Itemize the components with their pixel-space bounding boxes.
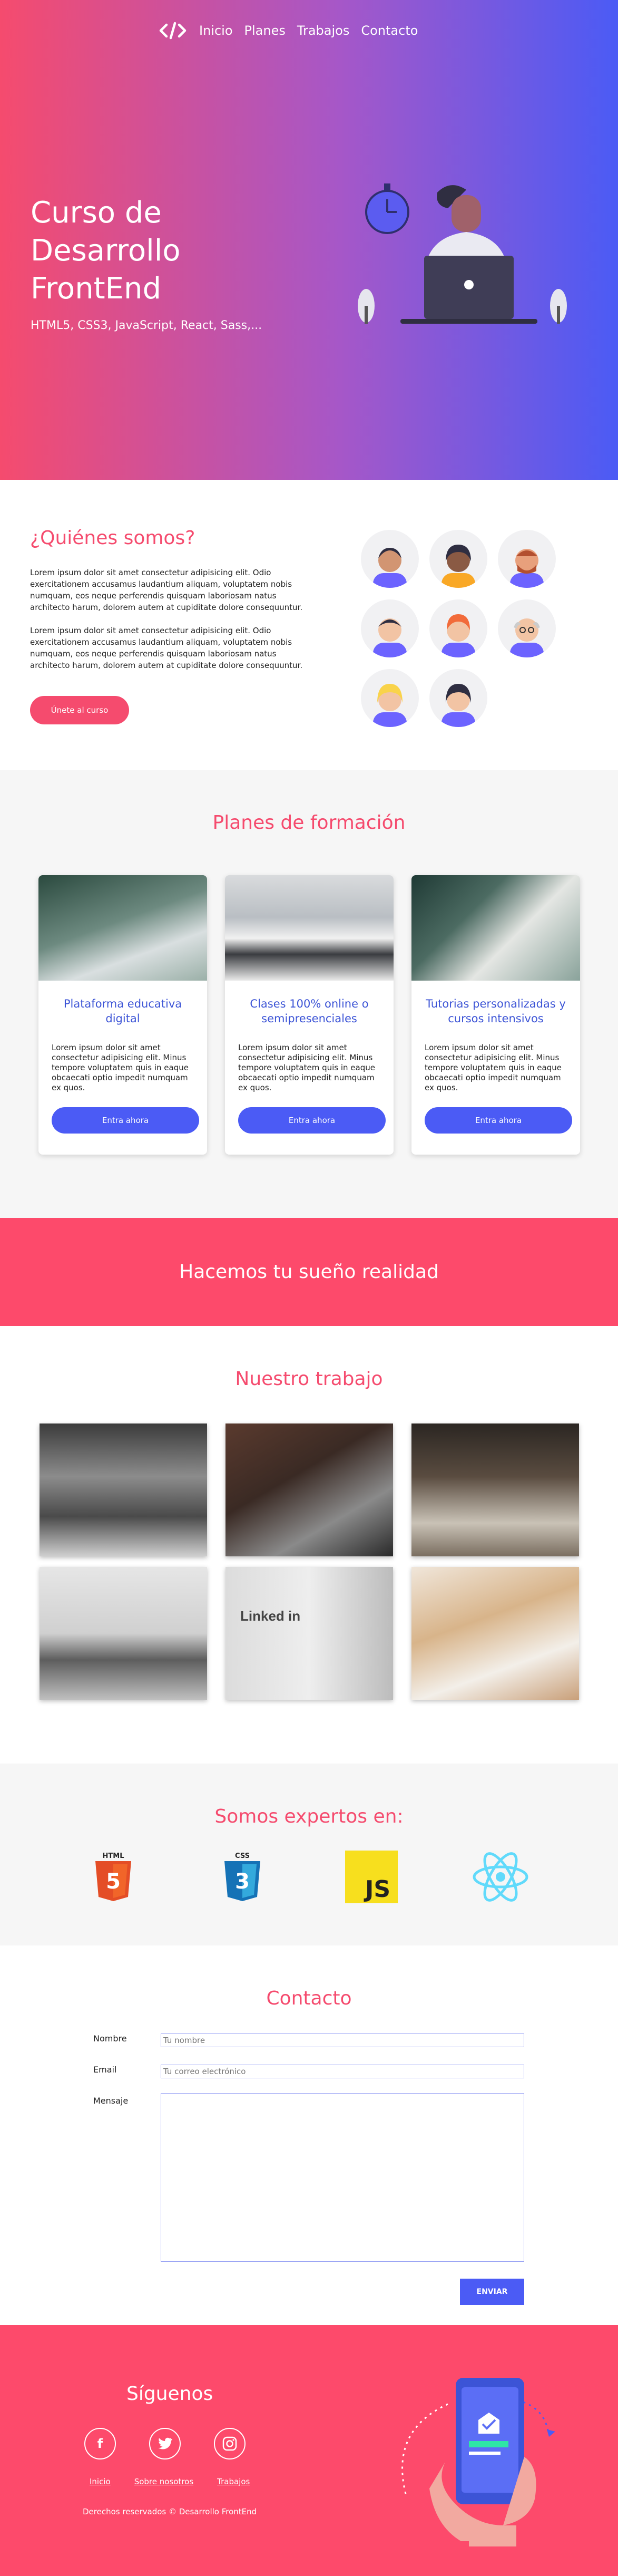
svg-text:3: 3 — [235, 1870, 250, 1894]
avatar — [361, 599, 419, 657]
main-nav: Inicio Planes Trabajos Contacto — [158, 20, 418, 41]
contact-title: Contacto — [266, 1988, 352, 2009]
developer-illustration — [350, 174, 572, 359]
work-gallery: Linked in — [40, 1423, 579, 1700]
footer-title: Síguenos — [126, 2383, 213, 2405]
avatar — [429, 599, 487, 657]
dream-banner: Hacemos tu sueño realidad — [0, 1218, 618, 1326]
hero-title: Curso de Desarrollo FrontEnd — [31, 196, 181, 306]
work-photo[interactable]: Linked in — [225, 1567, 393, 1700]
tech-logos: HTML 5 CSS 3 JS — [84, 1848, 529, 1906]
plan-card-title: Plataforma educativa digital — [63, 998, 182, 1025]
avatar — [361, 669, 419, 727]
email-field[interactable] — [161, 2065, 524, 2078]
about-section: ¿Quiénes somos? Lorem ipsum dolor sit am… — [0, 480, 618, 770]
send-button[interactable]: ENVIAR — [460, 2279, 524, 2305]
plan-card: Plataforma educativa digital Lorem ipsum… — [38, 875, 207, 1155]
work-title: Nuestro trabajo — [235, 1368, 383, 1390]
plan-card-title: Clases 100% online o semipresenciales — [250, 998, 369, 1025]
code-logo-icon[interactable] — [158, 20, 188, 41]
name-label: Nombre — [93, 2033, 127, 2044]
footer-link-inicio[interactable]: Inicio — [90, 2477, 111, 2486]
work-photo[interactable] — [225, 1423, 393, 1556]
avatar — [498, 530, 556, 588]
message-label: Mensaje — [93, 2096, 129, 2106]
html5-icon: HTML 5 — [84, 1848, 142, 1906]
team-avatars — [361, 530, 556, 727]
footer: Síguenos f Inicio Sobre nosotros Trabajo… — [0, 2325, 618, 2576]
work-photo[interactable] — [411, 1423, 579, 1556]
phone-illustration — [395, 2367, 574, 2546]
linkedin-sign: Linked in — [240, 1608, 301, 1624]
plans-section: Planes de formación Plataforma educativa… — [0, 770, 618, 1218]
copyright: Derechos reservados © Desarrollo FrontEn… — [83, 2507, 257, 2516]
email-label: Email — [93, 2065, 117, 2075]
footer-links: Inicio Sobre nosotros Trabajos — [90, 2477, 250, 2486]
javascript-icon: JS — [342, 1848, 400, 1906]
plan-image — [225, 875, 394, 981]
facebook-icon[interactable]: f — [84, 2428, 116, 2459]
avatar — [498, 599, 556, 657]
work-photo[interactable] — [40, 1423, 207, 1556]
avatar — [429, 530, 487, 588]
banner-text: Hacemos tu sueño realidad — [179, 1261, 439, 1283]
work-section: Nuestro trabajo Linked in — [0, 1326, 618, 1764]
instagram-icon[interactable] — [214, 2428, 246, 2459]
plan-card: Clases 100% online o semipresenciales Lo… — [225, 875, 394, 1155]
work-photo[interactable] — [40, 1567, 207, 1700]
name-field[interactable] — [161, 2033, 524, 2047]
plan-cards: Plataforma educativa digital Lorem ipsum… — [38, 875, 580, 1155]
svg-text:5: 5 — [106, 1870, 121, 1894]
plan-card-title: Tutorias personalizadas y cursos intensi… — [426, 998, 566, 1025]
twitter-icon[interactable] — [149, 2428, 181, 2459]
hero-subtitle: HTML5, CSS3, JavaScript, React, Sass,... — [31, 319, 262, 332]
enter-now-button[interactable]: Entra ahora — [52, 1107, 199, 1134]
nav-inicio[interactable]: Inicio — [199, 23, 233, 38]
plan-card: Tutorias personalizadas y cursos intensi… — [411, 875, 580, 1155]
plan-card-text: Lorem ipsum dolor sit amet consectetur a… — [425, 1043, 562, 1092]
footer-link-trabajos[interactable]: Trabajos — [217, 2477, 250, 2486]
plan-image — [38, 875, 207, 981]
nav-trabajos[interactable]: Trabajos — [297, 23, 350, 38]
js-label: JS — [364, 1876, 390, 1903]
experts-section: Somos expertos en: HTML 5 CSS 3 JS — [0, 1764, 618, 1945]
enter-now-button[interactable]: Entra ahora — [238, 1107, 386, 1134]
hero-section: Inicio Planes Trabajos Contacto Curso de… — [0, 0, 618, 480]
footer-link-sobre-nosotros[interactable]: Sobre nosotros — [134, 2477, 193, 2486]
react-icon — [472, 1848, 529, 1906]
social-links: f — [84, 2428, 246, 2459]
html-label: HTML — [103, 1852, 124, 1860]
css3-icon: CSS 3 — [213, 1848, 271, 1906]
about-paragraph-2: Lorem ipsum dolor sit amet consectetur a… — [30, 626, 303, 670]
join-course-button[interactable]: Únete al curso — [30, 696, 129, 724]
experts-title: Somos expertos en: — [214, 1806, 404, 1827]
about-paragraph-1: Lorem ipsum dolor sit amet consectetur a… — [30, 568, 303, 612]
nav-planes[interactable]: Planes — [244, 23, 286, 38]
avatar — [361, 530, 419, 588]
plans-title: Planes de formación — [212, 812, 406, 834]
enter-now-button[interactable]: Entra ahora — [425, 1107, 572, 1134]
about-title: ¿Quiénes somos? — [30, 527, 195, 549]
contact-section: Contacto Nombre Email Mensaje ENVIAR — [0, 1945, 618, 2325]
message-field[interactable] — [161, 2093, 524, 2262]
plan-card-text: Lorem ipsum dolor sit amet consectetur a… — [238, 1043, 375, 1092]
nav-contacto[interactable]: Contacto — [361, 23, 418, 38]
work-photo[interactable] — [411, 1567, 579, 1700]
css-label: CSS — [235, 1852, 250, 1860]
plan-card-text: Lorem ipsum dolor sit amet consectetur a… — [52, 1043, 189, 1092]
avatar — [429, 669, 487, 727]
plan-image — [411, 875, 580, 981]
